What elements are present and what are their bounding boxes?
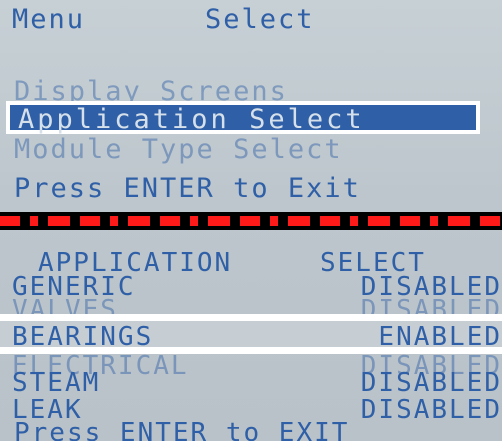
menu-item-application-select-label: Application Select — [18, 104, 365, 135]
dashed-divider — [0, 212, 502, 230]
application-row-bearings-name: BEARINGS — [12, 322, 154, 352]
lcd-screen: Menu Select Display Screens Module Type … — [0, 0, 502, 441]
menu-footer-text: Press ENTER to Exit — [14, 173, 361, 204]
application-row-steam-name[interactable]: STEAM — [12, 370, 100, 396]
application-row-steam-status: DISABLED — [360, 368, 502, 398]
menu-item-module-type-select[interactable]: Module Type Select — [14, 136, 343, 163]
application-row-bearings-status: ENABLED — [378, 322, 502, 352]
menu-title-left: Menu — [12, 4, 86, 35]
menu-item-application-select[interactable]: Application Select — [6, 101, 480, 134]
menu-title-right: Select — [205, 4, 315, 35]
application-row-bearings[interactable]: BEARINGS ENABLED — [0, 314, 502, 354]
application-footer-text: Press ENTER to EXIT — [14, 418, 350, 441]
application-row-leak-status: DISABLED — [360, 395, 502, 425]
